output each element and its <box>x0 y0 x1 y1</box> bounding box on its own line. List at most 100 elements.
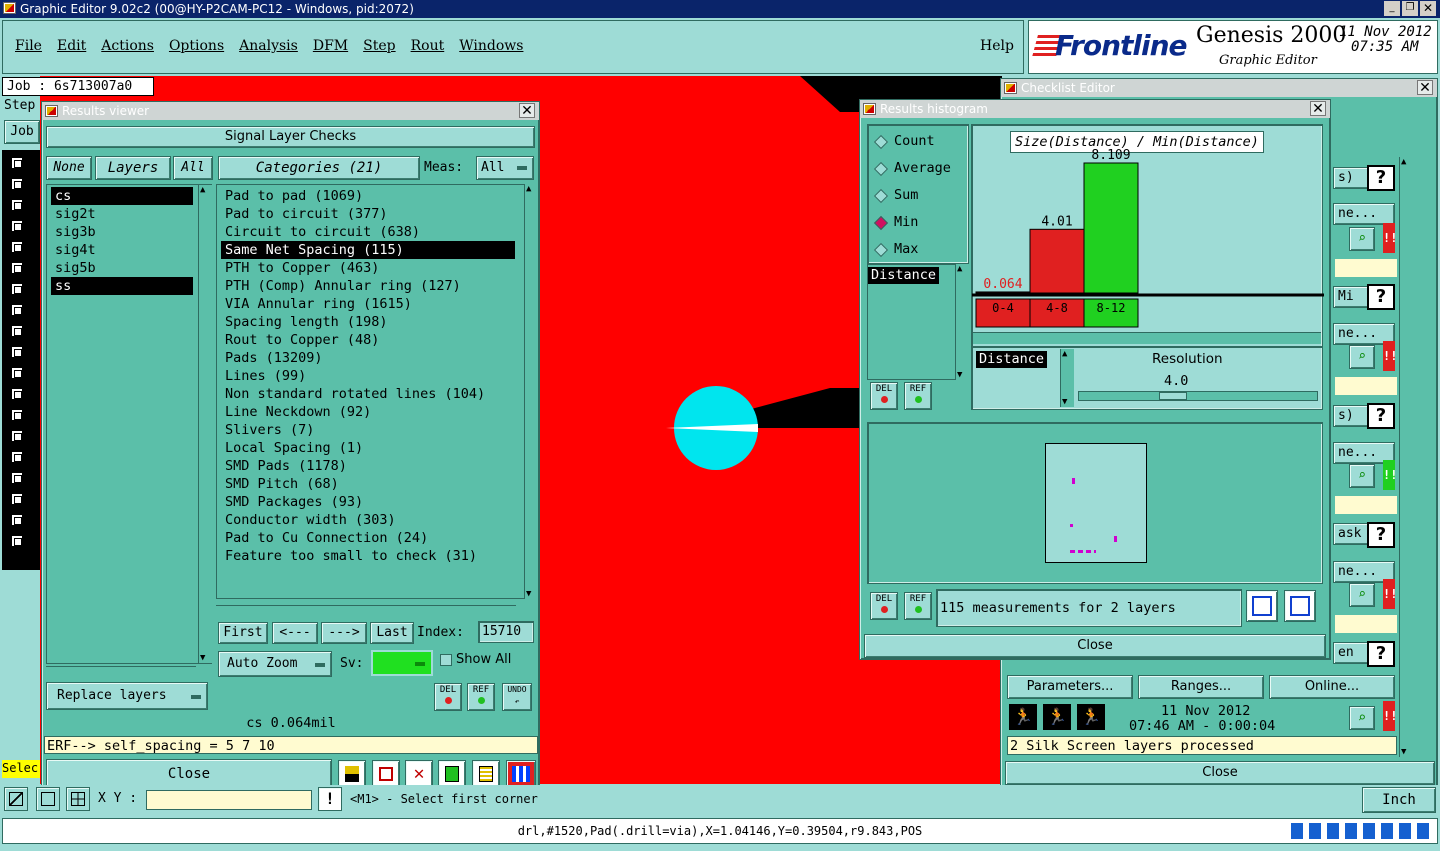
category-item[interactable]: Rout to Copper (48) <box>221 331 525 349</box>
auto-zoom-dropdown[interactable]: Auto Zoom <box>218 651 332 677</box>
help-icon[interactable]: ? <box>1367 403 1395 429</box>
help-icon[interactable]: ? <box>1367 641 1395 667</box>
exit-tool-icon[interactable] <box>372 760 400 788</box>
sv-dropdown[interactable] <box>371 650 433 676</box>
layer-toggle[interactable] <box>10 387 24 401</box>
run-icon-2[interactable]: 🏃 <box>1043 704 1071 730</box>
categories-button[interactable]: Categories (21) <box>218 156 420 180</box>
zoom-out-preview-icon[interactable] <box>1284 590 1316 622</box>
last-button[interactable]: Last <box>370 622 414 644</box>
layer-list-hscroll[interactable] <box>46 666 196 678</box>
menu-edit[interactable]: Edit <box>57 38 86 54</box>
parameters-button[interactable]: Parameters... <box>1007 675 1133 699</box>
unit-button[interactable]: Inch <box>1362 787 1436 813</box>
category-item[interactable]: Feature too small to check (31) <box>221 547 525 565</box>
layer-item[interactable]: sig4t <box>51 241 211 259</box>
ref-button[interactable]: REF <box>467 683 495 711</box>
grid-tool-icon[interactable] <box>66 787 90 811</box>
ranges-button[interactable]: Ranges... <box>1138 675 1264 699</box>
chart-hscroll[interactable] <box>973 332 1321 344</box>
category-item[interactable]: PTH to Copper (463) <box>221 259 525 277</box>
resolution-slider[interactable] <box>1078 391 1318 401</box>
undo-button[interactable]: UNDO ↶ <box>502 683 532 711</box>
mode-sum[interactable]: Sum <box>873 187 966 205</box>
prev-button[interactable]: <--- <box>272 622 318 644</box>
minimize-button[interactable]: _ <box>1384 1 1400 16</box>
menu-windows[interactable]: Windows <box>459 38 523 54</box>
layer-item[interactable]: cs <box>51 187 193 205</box>
menu-file[interactable]: File <box>15 38 42 54</box>
job-button[interactable]: Job <box>4 120 40 144</box>
category-item[interactable]: Circuit to circuit (638) <box>221 223 525 241</box>
layer-toggle[interactable] <box>10 471 24 485</box>
category-item[interactable]: Pad to pad (1069) <box>221 187 525 205</box>
warning-icon[interactable]: ! <box>318 787 342 811</box>
category-item[interactable]: SMD Packages (93) <box>221 493 525 511</box>
mode-count[interactable]: Count <box>873 133 966 151</box>
category-item[interactable]: Conductor width (303) <box>221 511 525 529</box>
category-item[interactable]: Non standard rotated lines (104) <box>221 385 525 403</box>
category-list-hscroll[interactable] <box>216 605 516 617</box>
resolution-field-scrollbar[interactable] <box>1060 349 1074 407</box>
layers-button[interactable]: Layers <box>95 156 171 180</box>
results-viewer-close-icon[interactable]: ✕ <box>519 103 535 118</box>
category-item[interactable]: VIA Annular ring (1615) <box>221 295 525 313</box>
layer-list[interactable]: cs sig2t sig3b sig4t sig5b ss <box>46 184 212 664</box>
restore-button[interactable]: ❐ <box>1402 1 1418 16</box>
category-item[interactable]: SMD Pitch (68) <box>221 475 525 493</box>
help-icon[interactable]: ? <box>1367 165 1395 191</box>
category-item[interactable]: SMD Pads (1178) <box>221 457 525 475</box>
layer-toggle[interactable] <box>10 324 24 338</box>
category-list[interactable]: Pad to pad (1069) Pad to circuit (377) Cir… <box>216 184 526 599</box>
mode-max[interactable]: Max <box>873 241 966 259</box>
slider-thumb[interactable] <box>1159 392 1187 400</box>
histogram-close-icon[interactable]: ✕ <box>1310 101 1326 116</box>
show-all-checkbox[interactable] <box>440 654 452 666</box>
step-tool-icon[interactable] <box>438 760 466 788</box>
field-list-scrollbar[interactable] <box>955 264 969 380</box>
menu-actions[interactable]: Actions <box>101 38 154 54</box>
flag-tool-icon[interactable] <box>338 760 366 788</box>
histogram-tool-icon[interactable] <box>506 760 536 788</box>
category-item[interactable]: Same Net Spacing (115) <box>221 241 515 259</box>
layer-toggle[interactable] <box>10 198 24 212</box>
none-button[interactable]: None <box>46 156 92 180</box>
category-item[interactable]: Slivers (7) <box>221 421 525 439</box>
histogram-ref-button[interactable]: REF <box>904 382 932 410</box>
replace-layers-dropdown[interactable]: Replace layers <box>46 682 208 710</box>
board-preview[interactable] <box>1045 443 1147 563</box>
category-list-scrollbar[interactable] <box>524 184 538 599</box>
zoom-icon[interactable]: ⌕ <box>1349 464 1375 488</box>
field-list[interactable]: Distance <box>867 264 963 380</box>
layer-toggle[interactable] <box>10 534 24 548</box>
index-input[interactable]: 15710 <box>478 621 534 643</box>
checklist-row-button[interactable]: ne... <box>1333 203 1395 225</box>
resolution-field[interactable]: Distance <box>976 351 1048 368</box>
category-item[interactable]: Line Neckdown (92) <box>221 403 525 421</box>
run-icon-3[interactable]: 🏃 <box>1077 704 1105 730</box>
del-button[interactable]: DEL <box>434 683 462 711</box>
edit-tool-icon[interactable] <box>36 787 60 811</box>
meas-dropdown[interactable]: All <box>476 156 534 180</box>
preview-ref-button[interactable]: REF <box>904 592 932 620</box>
xy-input[interactable] <box>146 790 312 810</box>
histogram-close-button[interactable]: Close <box>864 634 1326 658</box>
menu-help[interactable]: Help <box>980 38 1014 54</box>
histogram-bar[interactable] <box>1029 228 1085 294</box>
mode-min[interactable]: Min <box>873 214 966 232</box>
help-icon[interactable]: ? <box>1367 522 1395 548</box>
zoom-icon[interactable]: ⌕ <box>1349 583 1375 607</box>
histogram-bar[interactable] <box>1083 162 1139 294</box>
zoom-icon[interactable]: ⌕ <box>1349 345 1375 369</box>
layer-toggle[interactable] <box>10 492 24 506</box>
preview-del-button[interactable]: DEL <box>870 592 898 620</box>
all-layers-button[interactable]: All <box>173 156 213 180</box>
select-tool-icon[interactable] <box>4 787 28 811</box>
mode-average[interactable]: Average <box>873 160 966 178</box>
zoom-icon[interactable]: ⌕ <box>1349 706 1375 730</box>
menu-analysis[interactable]: Analysis <box>239 38 298 54</box>
menu-dfm[interactable]: DFM <box>313 38 348 54</box>
layer-toggle[interactable] <box>10 156 24 170</box>
layer-item[interactable]: sig3b <box>51 223 211 241</box>
category-item[interactable]: Local Spacing (1) <box>221 439 525 457</box>
